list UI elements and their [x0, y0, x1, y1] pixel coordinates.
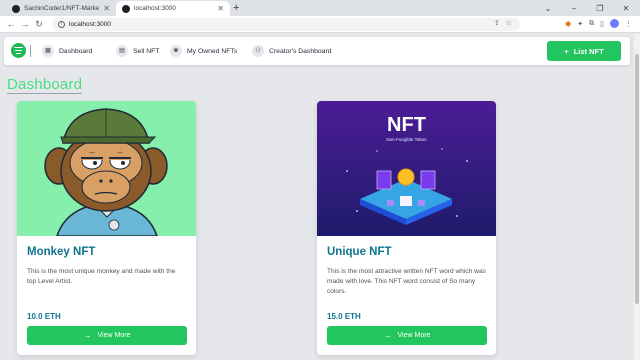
url-text: localhost:3000 [69, 21, 111, 28]
page-viewport: ▦ Dashboard ▤ Sell NFT ♚ My Owned NFTs ⚇… [0, 34, 640, 360]
browser-tab-github[interactable]: SachinCoder1/NFT-Marketplace ✕ [6, 1, 116, 16]
address-bar-actions: ⇪ ☆ [494, 19, 512, 27]
nft-card-monkey: Monkey NFT This is the most unique monke… [17, 101, 196, 355]
nft-image-headline: NFT [387, 114, 426, 136]
nav-link-label: Dashboard [59, 47, 93, 55]
nav-link-my-owned-nfts[interactable]: ♚ My Owned NFTs [170, 45, 237, 57]
browser-tab-localhost[interactable]: localhost:3000 ✕ [116, 1, 230, 16]
browser-tabstrip: SachinCoder1/NFT-Marketplace ✕ localhost… [0, 0, 640, 16]
github-icon [12, 4, 20, 13]
card-price: 15.0 ETH [327, 312, 361, 321]
page-title: Dashboard [7, 76, 83, 94]
monkey-nft-image [17, 101, 196, 237]
minimize-icon[interactable]: – [568, 4, 580, 13]
arrow-right-icon: → [383, 331, 392, 340]
arrow-right-icon: → [83, 331, 92, 340]
close-icon[interactable]: ✕ [103, 4, 110, 13]
card-title: Unique NFT [327, 246, 392, 258]
tab-search-icon[interactable]: ⌄ [542, 4, 554, 13]
app-navbar: ▦ Dashboard ▤ Sell NFT ♚ My Owned NFTs ⚇… [4, 37, 630, 65]
card-body: Unique NFT This is the most attractive w… [327, 246, 486, 297]
restore-icon[interactable]: ❐ [594, 4, 606, 13]
metamask-icon[interactable]: ◆ [565, 19, 571, 28]
spotify-logo-icon[interactable] [11, 43, 26, 58]
view-more-label: View More [397, 332, 431, 339]
unique-nft-image: NFT Non-Fungible Token [317, 101, 496, 236]
plus-icon: + [564, 46, 569, 56]
nav-link-creators-dashboard[interactable]: ⚇ Creator's Dashboard [252, 45, 332, 57]
browser-toolbar: ← → ↻ i localhost:3000 ⇪ ☆ ◆ ✦ ⧉ ▯ ⋮ [0, 16, 640, 33]
close-icon[interactable]: ✕ [217, 4, 224, 13]
page-scrollbar[interactable] [634, 34, 640, 360]
site-info-icon[interactable]: i [58, 21, 65, 28]
card-body: Monkey NFT This is the most unique monke… [27, 246, 186, 287]
site-icon [122, 4, 130, 13]
list-nft-button[interactable]: + List NFT [547, 41, 621, 61]
tab-title: SachinCoder1/NFT-Marketplace [24, 5, 100, 12]
reload-icon[interactable]: ↻ [32, 19, 46, 30]
nav-link-sell-nft[interactable]: ▤ Sell NFT [116, 45, 159, 57]
nft-card-unique: NFT Non-Fungible Token Unique NFT This i… [317, 101, 496, 355]
owned-icon: ♚ [170, 45, 182, 57]
creator-icon: ⚇ [252, 45, 264, 57]
extension-icon[interactable]: ✦ [577, 20, 583, 28]
view-more-label: View More [97, 332, 131, 339]
nav-link-label: Creator's Dashboard [269, 47, 332, 55]
nav-link-label: My Owned NFTs [187, 47, 238, 55]
forward-icon[interactable]: → [18, 19, 32, 29]
nav-link-label: Sell NFT [133, 47, 160, 55]
card-description: This is the most attractive written NFT … [327, 268, 486, 295]
tab-title: localhost:3000 [134, 5, 176, 12]
card-title: Monkey NFT [27, 246, 96, 258]
address-bar[interactable]: i localhost:3000 [52, 18, 520, 31]
list-nft-label: List NFT [573, 46, 604, 56]
view-more-button[interactable]: → View More [27, 326, 187, 345]
nav-link-dashboard[interactable]: ▦ Dashboard [42, 45, 92, 57]
card-price: 10.0 ETH [27, 312, 61, 321]
card-description: This is the most unique monkey and made … [27, 268, 176, 285]
sidepanel-icon[interactable]: ▯ [600, 20, 604, 28]
divider [30, 45, 31, 57]
nft-image-subline: Non-Fungible Token [386, 137, 427, 142]
scrollbar-thumb[interactable] [635, 54, 639, 304]
profile-avatar[interactable] [610, 19, 619, 28]
back-icon[interactable]: ← [4, 19, 18, 29]
new-tab-button[interactable]: + [233, 1, 239, 15]
nav-links: ▦ Dashboard ▤ Sell NFT ♚ My Owned NFTs ⚇… [42, 45, 362, 57]
view-more-button[interactable]: → View More [327, 326, 487, 345]
window-close-icon[interactable]: ✕ [620, 4, 632, 13]
bookmark-star-icon[interactable]: ☆ [506, 19, 512, 27]
window-controls: ⌄ – ❐ ✕ [542, 0, 632, 16]
dashboard-icon: ▦ [42, 45, 54, 57]
extensions-area: ◆ ✦ ⧉ ▯ ⋮ [565, 19, 632, 28]
share-icon[interactable]: ⇪ [494, 19, 500, 27]
puzzle-icon[interactable]: ⧉ [589, 20, 594, 28]
sell-icon: ▤ [116, 45, 128, 57]
menu-icon[interactable]: ⋮ [625, 20, 632, 28]
